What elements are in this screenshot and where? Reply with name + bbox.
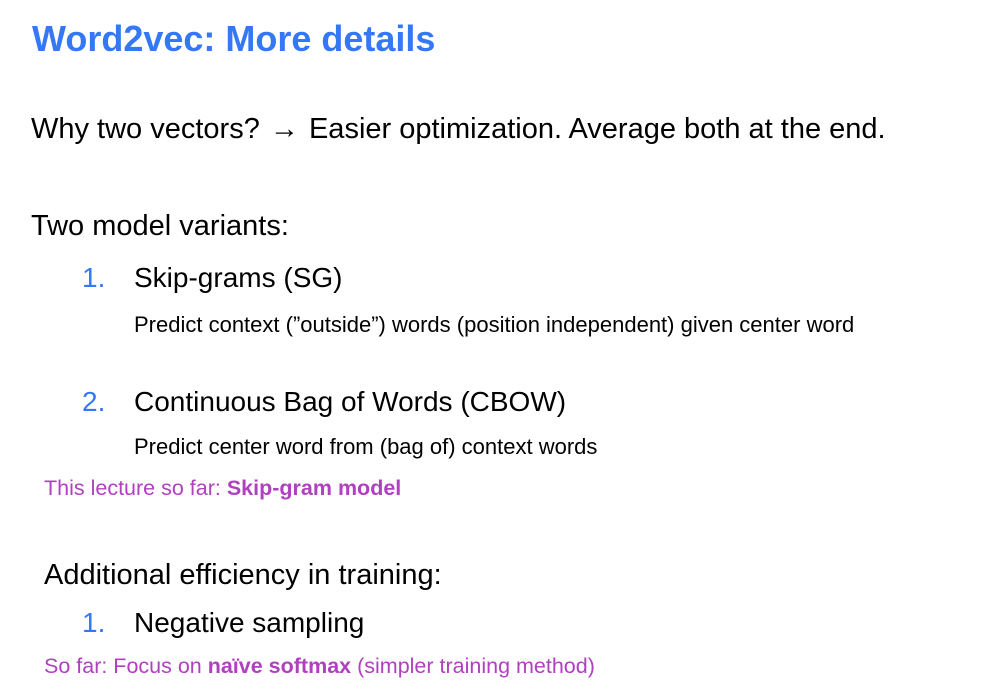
list-item-negative-sampling: 1. Negative sampling xyxy=(82,607,364,639)
efficiency-heading: Additional efficiency in training: xyxy=(44,559,442,591)
list-item-skip-grams: 1. Skip-grams (SG) xyxy=(82,262,342,294)
list-item-cbow: 2. Continuous Bag of Words (CBOW) xyxy=(82,386,566,418)
why-two-vectors-line: Why two vectors? → Easier optimization. … xyxy=(31,113,886,146)
variants-heading: Two model variants: xyxy=(31,210,289,242)
softmax-note-emphasis: naïve softmax xyxy=(207,654,352,678)
slide-title: Word2vec: More details xyxy=(32,18,436,59)
why-answer: Easier optimization. Average both at the… xyxy=(308,113,886,145)
right-arrow-icon: → xyxy=(269,113,299,145)
softmax-note: So far: Focus on naïve softmax (simpler … xyxy=(44,654,595,679)
list-number: 2. xyxy=(82,386,106,417)
list-item-label: Skip-grams (SG) xyxy=(134,262,343,293)
lecture-note: This lecture so far: Skip-gram model xyxy=(44,476,401,501)
skip-grams-description: Predict context (”outside”) words (posit… xyxy=(134,312,855,337)
lecture-note-prefix: This lecture so far: xyxy=(44,476,227,500)
softmax-note-suffix: (simpler training method) xyxy=(351,654,595,678)
softmax-note-prefix: So far: Focus on xyxy=(44,654,208,678)
list-number: 1. xyxy=(82,262,106,293)
list-number: 1. xyxy=(82,607,106,638)
list-item-label: Continuous Bag of Words (CBOW) xyxy=(134,386,567,417)
lecture-note-emphasis: Skip-gram model xyxy=(226,476,402,500)
why-question: Why two vectors? xyxy=(31,113,260,145)
list-item-label: Negative sampling xyxy=(134,607,365,638)
cbow-description: Predict center word from (bag of) contex… xyxy=(134,434,598,459)
